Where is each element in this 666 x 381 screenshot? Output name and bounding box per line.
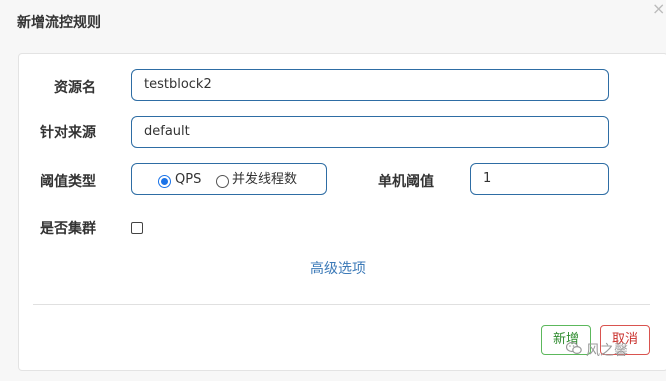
dialog-title: 新增流控规则 xyxy=(17,15,101,31)
cluster-mode-label: 是否集群 xyxy=(40,221,96,237)
limit-app-input[interactable]: default xyxy=(131,116,609,148)
divider xyxy=(33,304,650,305)
wechat-icon xyxy=(565,341,582,359)
dialog: 新增流控规则 × 资源名 testblock2 针对来源 default 阈值类… xyxy=(0,0,666,381)
resource-name-input[interactable]: testblock2 xyxy=(131,69,609,101)
close-icon[interactable]: × xyxy=(652,1,665,17)
qps-radio[interactable] xyxy=(158,175,171,188)
thread-count-radio-label[interactable]: 并发线程数 xyxy=(232,172,297,188)
single-threshold-input[interactable]: 1 xyxy=(470,163,609,195)
dialog-header: 新增流控规则 × xyxy=(0,0,666,44)
threshold-type-label: 阈值类型 xyxy=(40,174,96,190)
watermark-text: 风之馨 xyxy=(586,343,628,359)
single-threshold-label: 单机阈值 xyxy=(378,174,434,190)
thread-count-radio[interactable] xyxy=(216,175,229,188)
threshold-type-radio-group: QPS 并发线程数 xyxy=(131,163,327,195)
resource-name-label: 资源名 xyxy=(54,80,96,96)
advanced-options-link[interactable]: 高级选项 xyxy=(310,258,366,278)
watermark: 风之馨 xyxy=(565,340,628,360)
limit-app-label: 针对来源 xyxy=(40,125,96,141)
cluster-mode-checkbox[interactable] xyxy=(131,222,143,234)
qps-radio-label[interactable]: QPS xyxy=(175,172,201,188)
